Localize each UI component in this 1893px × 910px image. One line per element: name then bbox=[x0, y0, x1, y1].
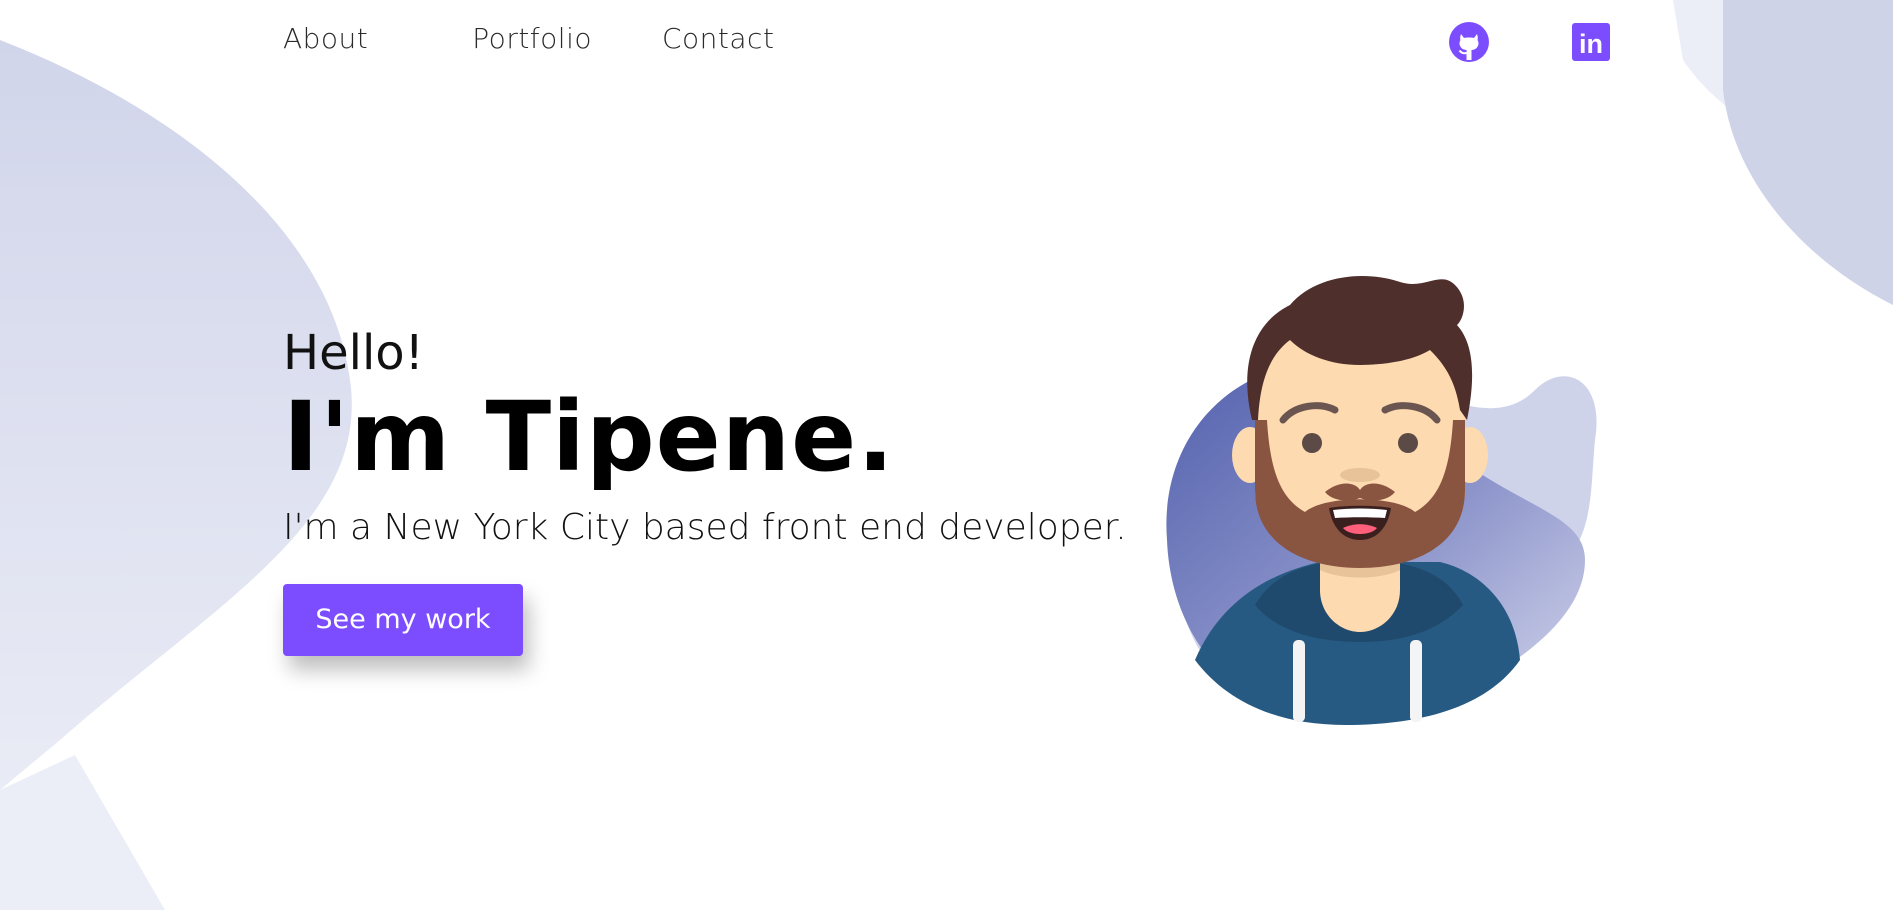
hero-name: I'm Tipene. bbox=[283, 381, 895, 493]
github-link[interactable] bbox=[1447, 20, 1491, 64]
nav-link-portfolio[interactable]: Portfolio bbox=[472, 22, 592, 55]
github-icon bbox=[1449, 22, 1489, 62]
nav-link-about[interactable]: About bbox=[283, 22, 368, 55]
hero-greeting: Hello! bbox=[283, 325, 424, 381]
linkedin-link[interactable]: in bbox=[1569, 20, 1613, 64]
hero-section: Hello! I'm Tipene. I'm a New York City b… bbox=[283, 325, 1127, 656]
avatar-illustration bbox=[1166, 275, 1597, 725]
background-blob-right bbox=[1673, 0, 1893, 305]
main-nav: About Portfolio Contact bbox=[283, 22, 774, 55]
nav-link-contact[interactable]: Contact bbox=[662, 22, 774, 55]
social-links: in bbox=[1447, 20, 1613, 64]
see-my-work-button[interactable]: See my work bbox=[283, 584, 523, 656]
hero-tagline: I'm a New York City based front end deve… bbox=[283, 507, 1127, 548]
linkedin-icon-label: in bbox=[1579, 29, 1603, 59]
linkedin-icon: in bbox=[1572, 23, 1610, 61]
